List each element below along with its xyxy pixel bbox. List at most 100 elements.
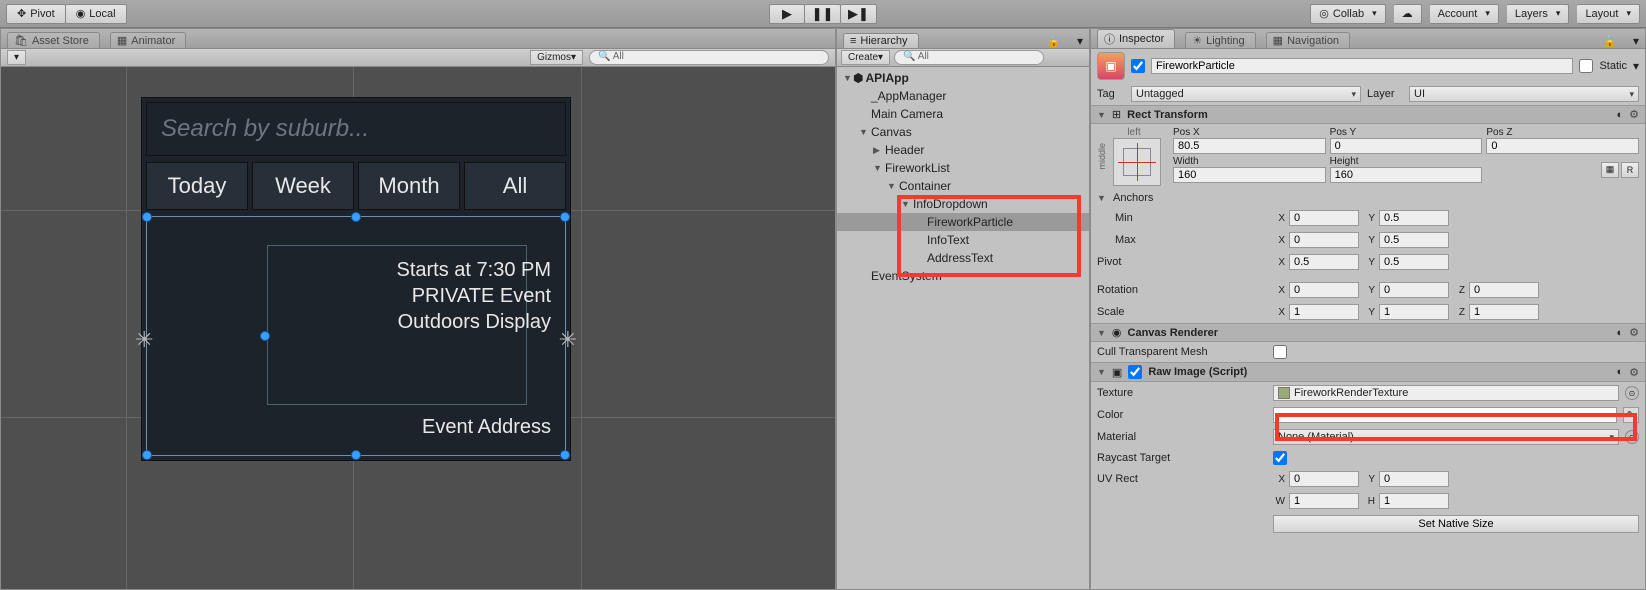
cloud-button[interactable]: ☁ bbox=[1394, 4, 1422, 24]
raycast-checkbox[interactable] bbox=[1273, 451, 1287, 465]
create-dropdown[interactable]: Create ▾ bbox=[841, 50, 890, 65]
app-tab-today[interactable]: Today bbox=[146, 162, 248, 210]
account-dropdown[interactable]: Account bbox=[1430, 4, 1499, 24]
pivot-x-field[interactable] bbox=[1289, 254, 1359, 270]
tree-row-addresstext[interactable]: AddressText bbox=[837, 249, 1089, 267]
gear-icon[interactable]: ⚙ bbox=[1629, 326, 1639, 339]
uv-w-field[interactable] bbox=[1289, 493, 1359, 509]
material-field[interactable]: None (Material) bbox=[1273, 429, 1619, 445]
scl-z-field[interactable] bbox=[1469, 304, 1539, 320]
posy-field[interactable] bbox=[1330, 138, 1483, 154]
min-y-field[interactable] bbox=[1379, 210, 1449, 226]
pivot-y-field[interactable] bbox=[1379, 254, 1449, 270]
cull-checkbox[interactable] bbox=[1273, 345, 1287, 359]
play-button[interactable]: ▶ bbox=[769, 4, 805, 24]
tree-row-eventsystem[interactable]: EventSystem bbox=[837, 267, 1089, 285]
sel-handle-bc[interactable] bbox=[351, 450, 361, 460]
tree-row-fireworklist[interactable]: ▼FireworkList bbox=[837, 159, 1089, 177]
help-icon[interactable]: ◐ bbox=[1616, 109, 1623, 121]
layout-dropdown[interactable]: Layout bbox=[1577, 4, 1640, 24]
help-icon[interactable]: ◐ bbox=[1616, 366, 1623, 378]
scl-y-field[interactable] bbox=[1379, 304, 1449, 320]
color-field[interactable] bbox=[1273, 407, 1617, 423]
rect-transform-header[interactable]: ▼⊞ Rect Transform ◐ ⚙ bbox=[1091, 105, 1645, 124]
gear-icon[interactable]: ⚙ bbox=[1629, 108, 1639, 121]
tree-row-infodropdown[interactable]: ▼InfoDropdown bbox=[837, 195, 1089, 213]
tree-row-fireworkparticle[interactable]: FireworkParticle bbox=[837, 213, 1089, 231]
texture-field[interactable]: FireworkRenderTexture bbox=[1273, 385, 1619, 401]
uv-x-field[interactable] bbox=[1289, 471, 1359, 487]
gear-icon[interactable]: ⚙ bbox=[1629, 366, 1639, 379]
eyedropper-icon[interactable]: ✎ bbox=[1623, 407, 1639, 423]
static-dropdown-icon[interactable]: ▾ bbox=[1633, 59, 1639, 73]
rot-y-field[interactable] bbox=[1379, 282, 1449, 298]
hierarchy-search[interactable]: 🔍 All bbox=[894, 50, 1044, 65]
rot-z-field[interactable] bbox=[1469, 282, 1539, 298]
scene-2d-dropdown[interactable]: ▾ bbox=[7, 50, 26, 65]
gameobject-name-field[interactable] bbox=[1151, 58, 1573, 74]
app-tab-all[interactable]: All bbox=[464, 162, 566, 210]
sel-handle-bl[interactable] bbox=[142, 450, 152, 460]
canvas-renderer-header[interactable]: ▼◉ Canvas Renderer ◐⚙ bbox=[1091, 323, 1645, 342]
gizmos-dropdown[interactable]: Gizmos ▾ bbox=[530, 50, 583, 65]
tab-asset-store[interactable]: 🛍 Asset Store bbox=[7, 32, 100, 48]
lock-icon[interactable]: 🔒 bbox=[1047, 35, 1061, 48]
posz-field[interactable] bbox=[1486, 138, 1639, 154]
scene-search[interactable]: 🔍 All bbox=[589, 50, 829, 65]
uv-h-field[interactable] bbox=[1379, 493, 1449, 509]
layers-dropdown[interactable]: Layers bbox=[1507, 4, 1570, 24]
tree-row-infotext[interactable]: InfoText bbox=[837, 231, 1089, 249]
collab-dropdown[interactable]: ◎ Collab bbox=[1310, 4, 1385, 24]
help-icon[interactable]: ◐ bbox=[1616, 327, 1623, 339]
set-native-size-button[interactable]: Set Native Size bbox=[1273, 515, 1639, 533]
local-button[interactable]: ◉ Local bbox=[66, 4, 127, 24]
max-y-field[interactable] bbox=[1379, 232, 1449, 248]
object-picker-icon[interactable]: ⊙ bbox=[1625, 430, 1639, 444]
tab-hierarchy[interactable]: ≡ Hierarchy bbox=[843, 33, 919, 48]
panel-menu-icon[interactable]: ▾ bbox=[1071, 34, 1089, 48]
tab-lighting[interactable]: ☀ Lighting bbox=[1185, 32, 1255, 48]
sel-handle-br[interactable] bbox=[560, 450, 570, 460]
inspector-lock-icon[interactable]: 🔒 bbox=[1603, 35, 1617, 48]
sel-handle-tl[interactable] bbox=[142, 212, 152, 222]
anchor-preset-button[interactable] bbox=[1113, 138, 1161, 186]
raw-image-enabled-checkbox[interactable] bbox=[1128, 365, 1142, 379]
tab-inspector[interactable]: ⓘ Inspector bbox=[1097, 29, 1175, 48]
layer-dropdown[interactable]: UI bbox=[1409, 86, 1639, 102]
tree-row-apiapp[interactable]: ▼⬢APIApp bbox=[837, 69, 1089, 87]
inspector-menu-icon[interactable]: ▾ bbox=[1627, 34, 1645, 48]
tree-row-maincamera[interactable]: Main Camera bbox=[837, 105, 1089, 123]
raw-image-header[interactable]: ▼▣ Raw Image (Script) ◐⚙ bbox=[1091, 362, 1645, 382]
tab-animator[interactable]: ▦ Animator bbox=[110, 32, 186, 48]
sel-handle-center[interactable] bbox=[260, 331, 270, 341]
min-x-field[interactable] bbox=[1289, 210, 1359, 226]
sel-handle-tr[interactable] bbox=[560, 212, 570, 222]
pivot-button[interactable]: ✥ Pivot bbox=[6, 4, 66, 24]
app-tab-week[interactable]: Week bbox=[252, 162, 354, 210]
blueprint-mode-button[interactable]: ▦ bbox=[1601, 162, 1619, 178]
app-tab-month[interactable]: Month bbox=[358, 162, 460, 210]
tab-navigation[interactable]: ▦ Navigation bbox=[1266, 32, 1350, 48]
height-field[interactable] bbox=[1330, 167, 1483, 183]
static-checkbox[interactable] bbox=[1579, 59, 1593, 73]
uv-y-field[interactable] bbox=[1379, 471, 1449, 487]
object-picker-icon[interactable]: ⊙ bbox=[1625, 386, 1639, 400]
pause-button[interactable]: ❚❚ bbox=[805, 4, 841, 24]
tree-row-appmanager[interactable]: _AppManager bbox=[837, 87, 1089, 105]
scene-viewport[interactable]: Search by suburb... Today Week Month All… bbox=[1, 67, 835, 589]
gameobject-active-checkbox[interactable] bbox=[1131, 59, 1145, 73]
sel-handle-tc[interactable] bbox=[351, 212, 361, 222]
width-field[interactable] bbox=[1173, 167, 1326, 183]
rot-x-field[interactable] bbox=[1289, 282, 1359, 298]
step-button[interactable]: ▶❚ bbox=[841, 4, 877, 24]
raw-edit-button[interactable]: R bbox=[1621, 162, 1639, 178]
max-x-field[interactable] bbox=[1289, 232, 1359, 248]
tree-row-header[interactable]: ▶Header bbox=[837, 141, 1089, 159]
scl-x-field[interactable] bbox=[1289, 304, 1359, 320]
tag-dropdown[interactable]: Untagged bbox=[1131, 86, 1361, 102]
tree-row-canvas[interactable]: ▼Canvas bbox=[837, 123, 1089, 141]
posx-field[interactable] bbox=[1173, 138, 1326, 154]
tree-row-container[interactable]: ▼Container bbox=[837, 177, 1089, 195]
event-card[interactable]: Starts at 7:30 PM PRIVATE Event Outdoors… bbox=[146, 216, 566, 456]
app-search-field[interactable]: Search by suburb... bbox=[146, 102, 566, 156]
